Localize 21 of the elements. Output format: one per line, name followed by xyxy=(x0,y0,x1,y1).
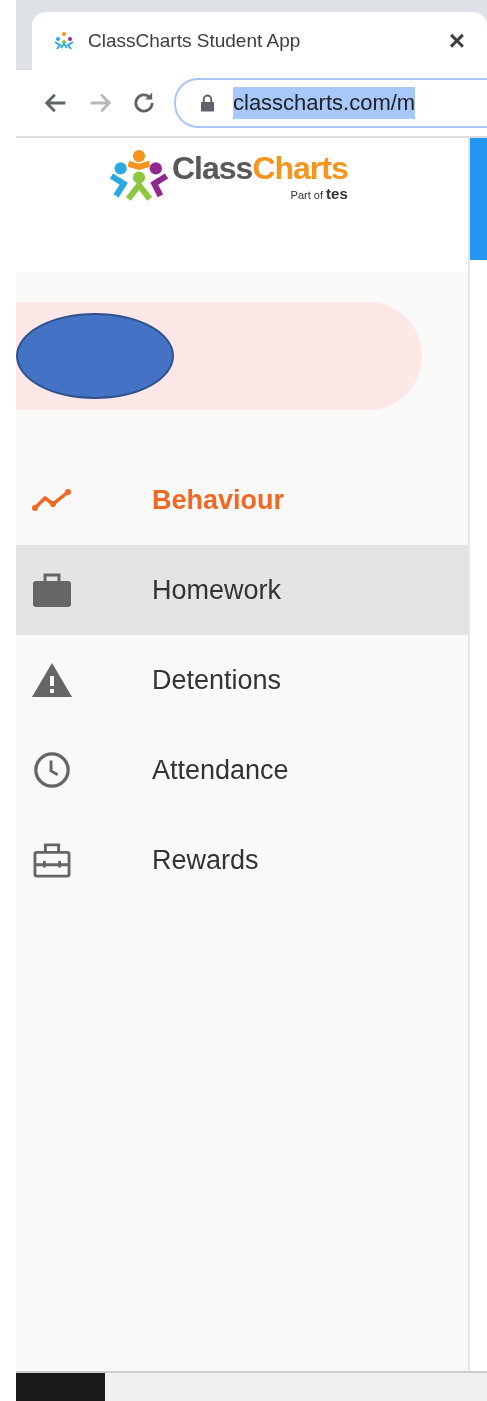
url-text: classcharts.com/m xyxy=(233,87,416,119)
clock-icon xyxy=(33,751,71,789)
people-logo-icon xyxy=(108,150,170,202)
briefcase-icon xyxy=(32,571,72,609)
address-bar[interactable]: classcharts.com/m xyxy=(174,78,487,128)
nav-item[interactable]: Detentions xyxy=(16,635,468,725)
nav-item[interactable]: Homework xyxy=(16,545,468,635)
nav-item[interactable]: Attendance xyxy=(16,725,468,815)
people-logo-icon xyxy=(54,31,74,51)
logo-tagline: Part of tes xyxy=(290,185,348,202)
logo-wordmark: ClassCharts xyxy=(172,150,348,187)
browser-tab[interactable]: ClassCharts Student App × xyxy=(32,12,487,70)
nav-item[interactable]: Rewards xyxy=(16,815,468,905)
start-button[interactable] xyxy=(16,1373,105,1401)
lock-icon xyxy=(200,94,215,112)
warning-icon xyxy=(31,662,73,698)
toolbox-icon xyxy=(33,842,71,878)
tab-title: ClassCharts Student App xyxy=(88,30,302,52)
line-chart-icon xyxy=(31,488,73,512)
profile-card[interactable] xyxy=(16,302,422,410)
close-tab-button[interactable]: × xyxy=(448,25,465,57)
